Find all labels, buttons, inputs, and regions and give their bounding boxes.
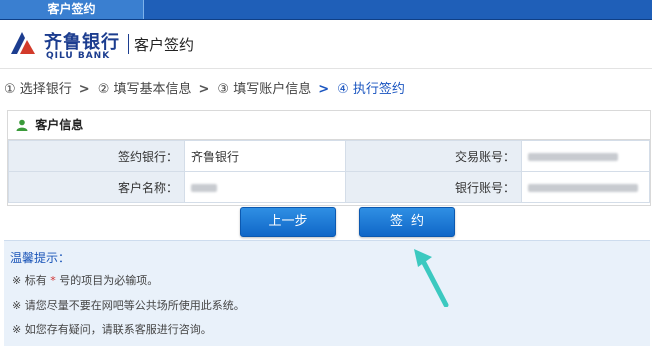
- label-trade-account: 交易账号：: [345, 140, 522, 172]
- user-icon: [16, 119, 28, 131]
- tips-title: 温馨提示：: [10, 251, 71, 265]
- table-row: 客户名称： 银行账号：: [8, 171, 650, 203]
- customer-info-title: 客户信息: [35, 118, 84, 132]
- step-arrow-icon: >: [78, 82, 90, 97]
- brand-name-en: QILU BANK: [46, 51, 111, 61]
- label-bank-account: 银行账号：: [345, 171, 522, 203]
- tip-line-2: ※ 请您尽量不要在网吧等公共场所使用此系统。: [12, 299, 245, 312]
- top-header-bar: 客户签约: [0, 0, 652, 20]
- tip-text: 号的项目为必输项。: [55, 274, 159, 287]
- tip-line-1: ※ 标有 * 号的项目为必输项。: [12, 272, 158, 288]
- sign-button[interactable]: 签约: [359, 207, 455, 237]
- table-row: 签约银行： 齐鲁银行 交易账号：: [8, 140, 650, 172]
- value-customer-name: [184, 171, 346, 203]
- brand-header: 齐鲁银行 QILU BANK 客户签约: [0, 22, 652, 69]
- step-2: ② 填写基本信息: [97, 82, 192, 97]
- customer-info-table: 签约银行： 齐鲁银行 交易账号： 客户名称： 银行账号：: [8, 140, 650, 203]
- label-signing-bank: 签约银行：: [8, 140, 185, 172]
- label-customer-name: 客户名称：: [8, 171, 185, 203]
- page-title: 客户签约: [134, 36, 195, 54]
- brand-separator: [128, 34, 129, 54]
- step-3: ③ 填写账户信息: [217, 82, 312, 97]
- step-arrow-icon: >: [198, 82, 210, 97]
- step-4-current: ④ 执行签约: [337, 82, 405, 97]
- tip-text: ※ 标有: [12, 274, 51, 287]
- customer-info-panel: 客户信息 签约银行： 齐鲁银行 交易账号： 客户名称： 银行账号：: [7, 110, 651, 206]
- masked-trade-account: [528, 152, 618, 161]
- value-trade-account: [521, 140, 650, 172]
- tip-line-3: ※ 如您存有疑问，请联系客服进行咨询。: [12, 323, 212, 336]
- customer-info-header: 客户信息: [8, 111, 650, 140]
- step-arrow-icon: >: [318, 82, 330, 97]
- step-1: ① 选择银行: [4, 82, 72, 97]
- value-bank-account: [521, 171, 650, 203]
- previous-step-button[interactable]: 上一步: [240, 207, 336, 237]
- value-signing-bank: 齐鲁银行: [184, 140, 346, 172]
- tips-panel: 温馨提示： ※ 标有 * 号的项目为必输项。 ※ 请您尽量不要在网吧等公共场所使…: [4, 240, 650, 346]
- masked-customer-name: [191, 183, 217, 192]
- qilu-bank-logo-icon: [9, 29, 37, 57]
- tab-customer-signing[interactable]: 客户签约: [0, 0, 144, 19]
- step-progress: ① 选择银行 > ② 填写基本信息 > ③ 填写账户信息 > ④ 执行签约: [4, 78, 405, 97]
- pointer-arrow-icon: [414, 249, 449, 307]
- masked-bank-account: [528, 183, 638, 192]
